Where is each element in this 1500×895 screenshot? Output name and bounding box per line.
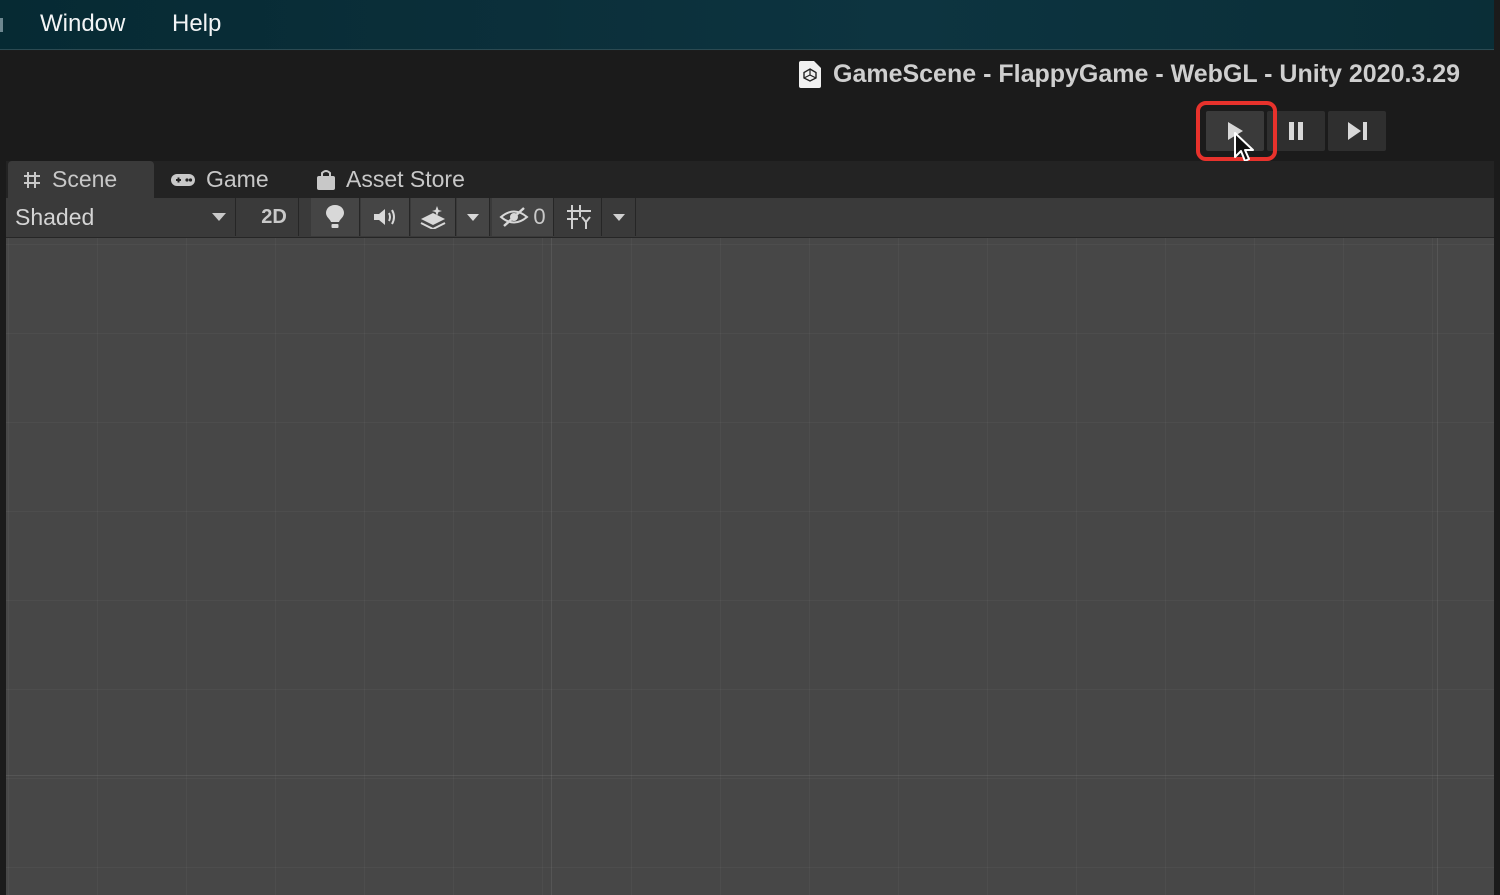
toggle-2d-label: 2D: [261, 205, 287, 228]
effects-dropdown-button[interactable]: [457, 198, 490, 236]
scene-axis-horizontal: [6, 775, 1494, 776]
hidden-objects-count: 0: [533, 204, 546, 229]
light-bulb-icon: [326, 205, 344, 228]
eye-crossed-icon: [499, 207, 529, 227]
gizmos-dropdown-button[interactable]: [603, 198, 636, 236]
speaker-icon: [374, 209, 395, 225]
draw-mode-dropdown[interactable]: Shaded: [6, 198, 236, 236]
grid-gizmo-icon: [566, 205, 591, 229]
scene-grid-major-vertical: [1437, 238, 1438, 895]
scene-toolbar: Shaded 2D 0: [6, 198, 1494, 238]
layers-effects-icon: [420, 206, 446, 229]
chevron-down-icon: [467, 213, 479, 221]
menu-help[interactable]: Help: [172, 10, 221, 38]
tab-asset-store[interactable]: Asset Store: [316, 161, 491, 198]
grid-hash-icon: [22, 170, 42, 190]
gizmos-grid-button[interactable]: [556, 198, 602, 236]
lighting-toggle-button[interactable]: [311, 198, 360, 236]
shopping-bag-icon: [316, 169, 336, 191]
chevron-down-icon: [613, 213, 625, 221]
menu-bar: Window Help: [0, 0, 1500, 50]
window-title: GameScene - FlappyGame - WebGL - Unity 2…: [833, 60, 1461, 88]
step-button[interactable]: [1328, 111, 1386, 151]
draw-mode-label: Shaded: [15, 203, 95, 230]
effects-toggle-button[interactable]: [411, 198, 456, 236]
step-icon: [1348, 122, 1367, 140]
right-window-edge: [1494, 0, 1500, 895]
audio-toggle-button[interactable]: [361, 198, 410, 236]
toggle-2d-button[interactable]: 2D: [250, 198, 299, 236]
tab-scene-label: Scene: [52, 166, 118, 192]
chevron-down-icon: [212, 213, 226, 221]
tab-game-label: Game: [206, 166, 269, 192]
hidden-objects-toggle[interactable]: 0: [492, 198, 554, 236]
scene-viewport[interactable]: [6, 238, 1494, 895]
tab-asset-store-label: Asset Store: [346, 166, 465, 192]
tab-game[interactable]: Game: [170, 161, 300, 198]
menu-window[interactable]: Window: [40, 10, 125, 38]
view-tab-bar: Scene Game Asset Store: [0, 161, 1494, 198]
menu-edge-marker: [0, 18, 3, 32]
unity-document-icon: [799, 61, 821, 88]
tab-scene[interactable]: Scene: [8, 161, 154, 198]
scene-axis-vertical: [551, 238, 552, 895]
left-window-edge: [0, 161, 6, 895]
gamepad-icon: [170, 171, 196, 189]
